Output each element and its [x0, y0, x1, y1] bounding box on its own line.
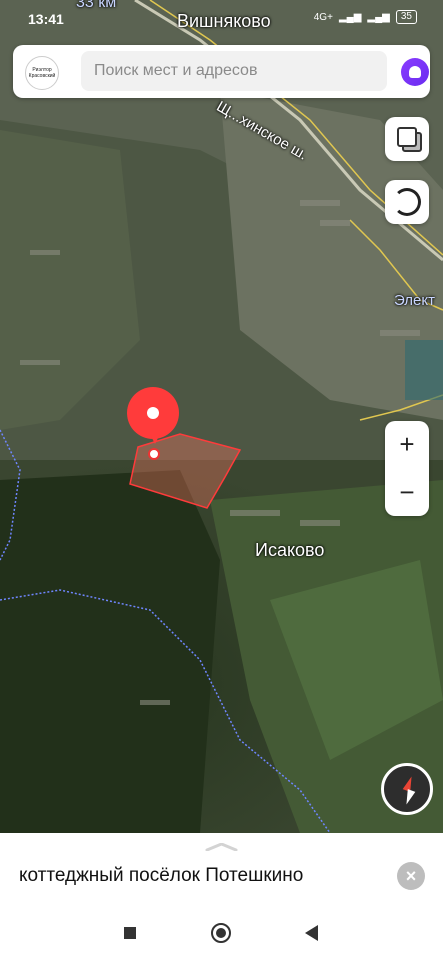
signal-icon: ▂▄▆ [338, 11, 362, 23]
android-nav-bar [0, 906, 443, 960]
home-icon[interactable] [211, 923, 231, 943]
traffic-icon [393, 188, 421, 216]
search-bar: Риэлтор Красовский [13, 45, 430, 98]
status-bar: 13:41 4G+ ▂▄▆ ▂▄▆ 35 [0, 0, 443, 36]
village-label-isakovo: Исаково [255, 540, 325, 560]
signal-icon-2: ▂▄▆ [367, 11, 390, 23]
battery-icon: 35 [395, 10, 417, 24]
location-pin-tail [150, 434, 160, 444]
compass-south [402, 789, 416, 806]
alice-icon[interactable] [401, 58, 429, 86]
traffic-button[interactable] [385, 180, 429, 224]
zoom-out-button[interactable]: − [385, 469, 429, 516]
realtor-logo-icon[interactable]: Риэлтор Красовский [25, 56, 59, 90]
place-label-elect: Элект [394, 292, 435, 309]
map-terrain [0, 0, 443, 833]
satellite-map[interactable]: 33 км Вишняково Щ...хинское ш. Элект Иса… [0, 0, 443, 833]
layers-icon-front [397, 127, 417, 147]
sheet-handle-icon[interactable] [205, 843, 238, 851]
close-icon[interactable]: × [397, 862, 425, 890]
status-time: 13:41 [28, 11, 64, 27]
bottom-sheet[interactable]: коттеджный посёлок Потешкино × [0, 833, 443, 906]
location-pin-icon[interactable] [127, 387, 179, 439]
location-dot [148, 448, 160, 460]
place-title: коттеджный посёлок Потешкино [19, 865, 304, 886]
status-icons: 4G+ ▂▄▆ ▂▄▆ 35 [314, 10, 417, 24]
zoom-control: + − [385, 421, 429, 516]
compass-button[interactable] [381, 763, 433, 815]
search-input[interactable] [81, 51, 387, 91]
network-label: 4G+ [313, 11, 333, 23]
recents-icon[interactable] [124, 927, 136, 939]
layers-button[interactable] [385, 117, 429, 161]
back-icon[interactable] [305, 925, 318, 941]
zoom-in-button[interactable]: + [385, 421, 429, 468]
